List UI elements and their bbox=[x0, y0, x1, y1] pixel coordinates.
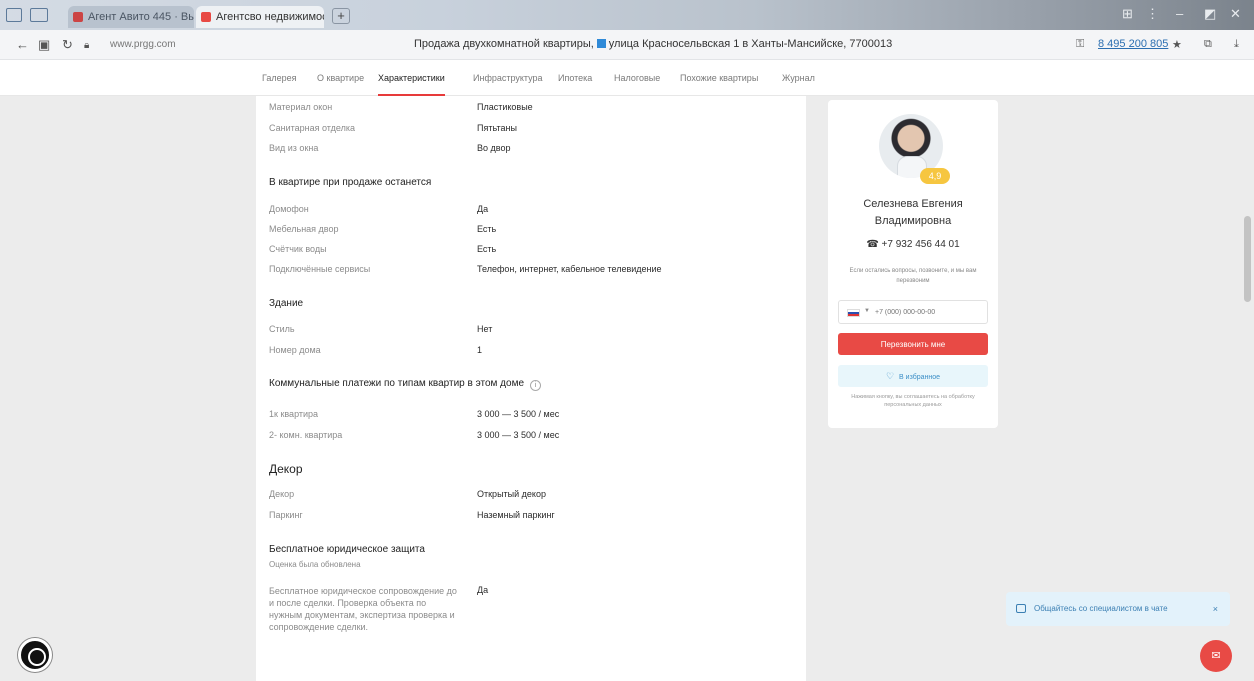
browser-tab-active[interactable]: Агентсво недвижимости · С bbox=[196, 6, 324, 28]
section-title: Здание bbox=[269, 298, 304, 309]
tab-taxes[interactable]: Налоговые bbox=[614, 73, 660, 83]
detail-key: Стиль bbox=[269, 324, 295, 334]
bookmark-icon: ♡ bbox=[885, 370, 895, 381]
detail-value: Открытый декор bbox=[477, 489, 546, 499]
consent-text: Нажимая кнопку, вы соглашаетесь на обраб… bbox=[851, 394, 975, 408]
chat-prompt-text: Общайтесь со специалистом в чате bbox=[1034, 604, 1168, 613]
browser-tab-label: Агент Авито 445 · Вы bbox=[88, 11, 194, 23]
tab-journal[interactable]: Журнал bbox=[782, 73, 815, 83]
collections-icon[interactable]: ⊞ bbox=[1122, 7, 1133, 21]
favorite-label: В избранное bbox=[899, 373, 941, 381]
page-title: Продажа двухкомнатной квартиры, улица Кра… bbox=[414, 38, 892, 50]
site-favicon-icon bbox=[73, 12, 83, 22]
url-text[interactable]: www.prgg.com bbox=[110, 39, 176, 50]
callback-note: Если остались вопросы, позвоните, и мы в… bbox=[849, 268, 977, 284]
tab-about[interactable]: О квартире bbox=[317, 73, 364, 83]
lock-icon: 🔒︎ bbox=[84, 40, 90, 51]
detail-key: Мебельная двор bbox=[269, 224, 339, 234]
section-subtitle: Оценка была обновлена bbox=[269, 560, 361, 569]
callback-button[interactable]: Перезвонить мне bbox=[838, 333, 988, 355]
section-title: Бесплатное юридическое защита bbox=[269, 544, 425, 555]
detail-value: Да bbox=[477, 585, 489, 595]
page-scrollbar[interactable] bbox=[1244, 216, 1251, 302]
accessibility-icon[interactable] bbox=[18, 638, 52, 672]
russia-flag-icon[interactable] bbox=[847, 309, 860, 317]
key-icon[interactable]: ⚿ bbox=[1076, 38, 1084, 51]
window-menu-icon[interactable] bbox=[6, 8, 22, 22]
detail-value: Нет bbox=[477, 324, 493, 334]
detail-key: Паркинг bbox=[269, 510, 303, 520]
detail-key: Бесплатное юридическое сопровождение до … bbox=[269, 586, 457, 632]
tab-characteristics[interactable]: Характеристики bbox=[378, 73, 445, 96]
section-title: В квартире при продаже останется bbox=[269, 177, 432, 188]
detail-value: Есть bbox=[477, 224, 497, 234]
tab-mortgage[interactable]: Ипотека bbox=[558, 73, 592, 83]
chat-prompt-close-icon[interactable]: × bbox=[1213, 592, 1218, 626]
agent-card: 4,9 Селезнева Евгения Владимировна ☎ +7 … bbox=[828, 100, 998, 428]
detail-value: Есть bbox=[477, 244, 497, 254]
tabs-overview-icon[interactable]: ▣ bbox=[38, 38, 50, 52]
detail-value: Наземный паркинг bbox=[477, 510, 555, 520]
info-icon[interactable]: i bbox=[530, 380, 542, 391]
share-icon[interactable]: ⧉ bbox=[1204, 38, 1212, 51]
detail-key: Вид из окна bbox=[269, 143, 319, 153]
tab-actions-icon[interactable] bbox=[30, 8, 48, 22]
new-tab-button[interactable]: + bbox=[332, 8, 350, 24]
close-icon[interactable]: ✕ bbox=[1230, 7, 1241, 21]
callback-phone-field[interactable]: ▼ bbox=[838, 300, 988, 324]
section-title: Коммунальные платежи по типам квартир в … bbox=[269, 378, 542, 391]
detail-key: 1к квартира bbox=[269, 409, 319, 419]
download-icon[interactable]: ⤓ bbox=[1234, 38, 1239, 51]
site-favicon-icon bbox=[201, 12, 211, 22]
detail-value: Пластиковые bbox=[477, 102, 533, 112]
header-phone-link[interactable]: 8 495 200 805 bbox=[1098, 38, 1168, 50]
chat-prompt[interactable]: Общайтесь со специалистом в чате × bbox=[1006, 592, 1230, 626]
detail-key: Счётчик воды bbox=[269, 244, 327, 254]
detail-value: Да bbox=[477, 204, 489, 214]
characteristics-panel: Материал окон Пластиковые Санитарная отд… bbox=[256, 96, 806, 681]
detail-value: 1 bbox=[477, 345, 483, 355]
detail-key: Номер дома bbox=[269, 345, 321, 355]
detail-key: Санитарная отделка bbox=[269, 123, 355, 133]
detail-key: Домофон bbox=[269, 204, 309, 214]
maximize-icon[interactable]: ◩ bbox=[1204, 7, 1216, 21]
phone-input[interactable] bbox=[875, 304, 983, 320]
detail-value: Во двор bbox=[477, 143, 511, 153]
detail-value: 3 000 — 3 500 / мес bbox=[477, 430, 560, 440]
detail-key: Декор bbox=[269, 489, 295, 499]
tab-gallery[interactable]: Галерея bbox=[262, 73, 297, 83]
agent-rating-badge: 4,9 bbox=[920, 168, 950, 184]
back-icon[interactable]: ← bbox=[16, 38, 29, 52]
bookmark-icon bbox=[596, 39, 606, 48]
chevron-down-icon[interactable]: ▼ bbox=[864, 308, 870, 314]
detail-key: 2- комн. квартира bbox=[269, 430, 343, 440]
chat-open-button[interactable]: ✉ bbox=[1200, 640, 1232, 672]
section-title: Декор bbox=[269, 462, 303, 476]
browser-tab-label: Агентсво недвижимости · С bbox=[216, 11, 324, 23]
detail-value: Телефон, интернет, кабельное телевидение bbox=[477, 264, 662, 274]
favorite-button[interactable]: ♡ В избранное bbox=[838, 365, 988, 387]
detail-value: Пятьтаны bbox=[477, 123, 517, 133]
detail-key: Подключённые сервисы bbox=[269, 264, 371, 274]
listing-section-nav: Галерея О квартире Характеристики Инфрас… bbox=[0, 60, 1254, 96]
section-title-text: Коммунальные платежи по типам квартир в … bbox=[269, 378, 525, 389]
browser-tab-bar: Агент Авито 445 · Вы Агентсво недвижимос… bbox=[0, 0, 1254, 30]
minimize-icon[interactable]: – bbox=[1176, 7, 1183, 21]
agent-phone-link[interactable]: ☎ +7 932 456 44 01 bbox=[836, 239, 990, 250]
star-icon[interactable]: ★ bbox=[1172, 38, 1182, 51]
detail-value: 3 000 — 3 500 / мес bbox=[477, 409, 560, 419]
agent-name: Селезнева Евгения Владимировна bbox=[863, 198, 963, 227]
more-icon[interactable]: ⋮ bbox=[1146, 7, 1159, 21]
browser-tab[interactable]: Агент Авито 445 · Вы bbox=[68, 6, 194, 28]
tab-infrastructure[interactable]: Инфраструктура bbox=[473, 73, 543, 83]
page-title-text: Продажа двухкомнатной квартиры, bbox=[414, 38, 594, 50]
chat-icon bbox=[1016, 604, 1026, 613]
tab-similar[interactable]: Похожие квартиры bbox=[680, 73, 758, 83]
detail-key: Материал окон bbox=[269, 102, 333, 112]
page-title-tail: улица Красносельвская 1 в Ханты-Мансийск… bbox=[608, 38, 893, 50]
address-bar: ← ▣ ↻ 🔒︎ www.prgg.com Продажа двухкомнат… bbox=[0, 30, 1254, 60]
reload-icon[interactable]: ↻ bbox=[62, 38, 73, 52]
